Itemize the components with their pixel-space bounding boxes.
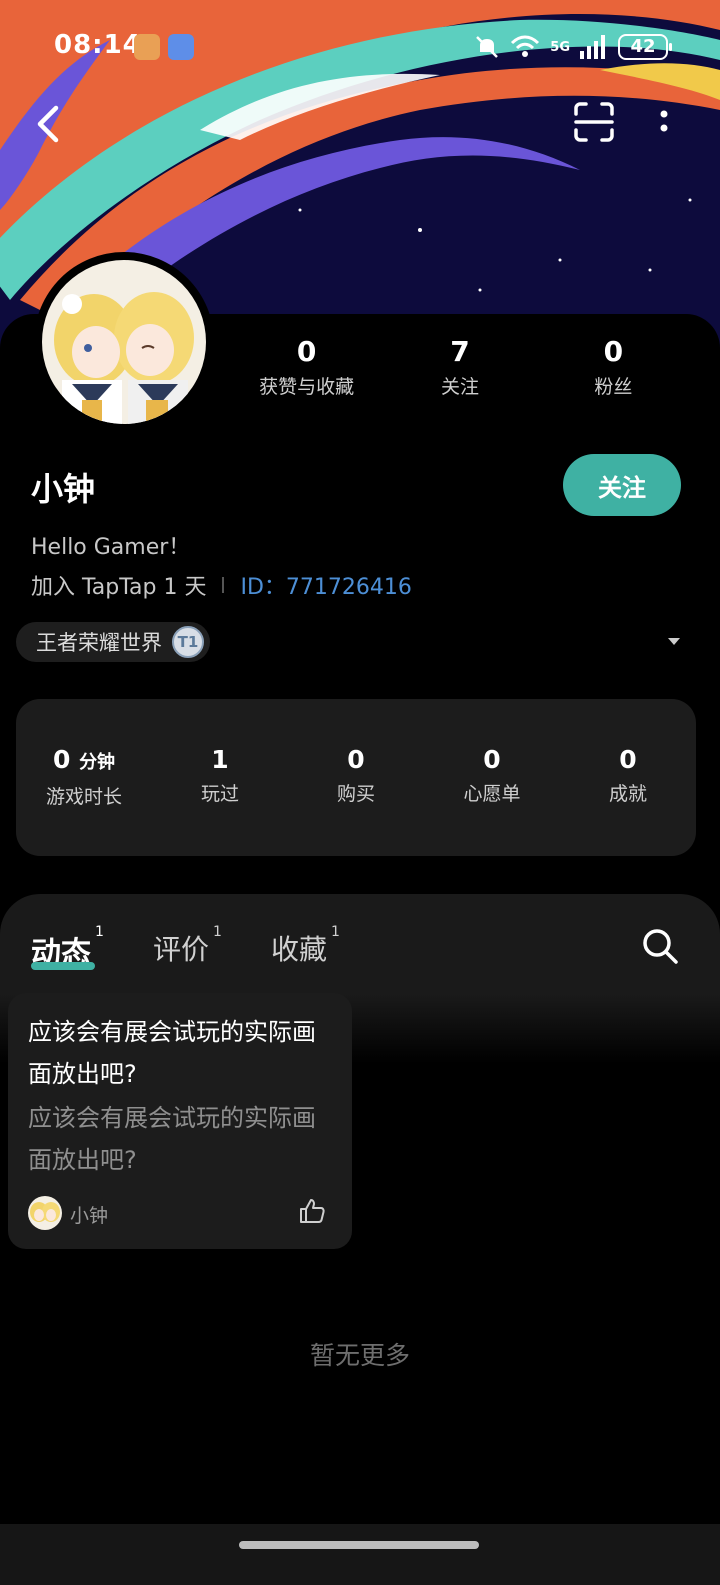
join-duration: 加入 TapTap 1 天 bbox=[31, 575, 207, 600]
tab-label: 评价 bbox=[153, 933, 210, 966]
profile-meta: 加入 TapTap 1 天 ID：771726416 bbox=[31, 569, 412, 601]
mute-icon bbox=[476, 36, 499, 58]
chevron-down-icon[interactable] bbox=[668, 638, 680, 645]
game-tag[interactable]: 王者荣耀世界 T1 bbox=[16, 622, 210, 662]
stat-label: 购买 bbox=[336, 783, 375, 805]
stat-value: 0 bbox=[603, 335, 624, 368]
stat-playtime[interactable]: 0 分钟 游戏时长 bbox=[16, 745, 152, 856]
game-stats-card: 0 分钟 游戏时长 1 玩过 0 购买 0 心愿单 0 成就 bbox=[16, 699, 696, 856]
profile-name: 小钟 bbox=[31, 470, 96, 508]
user-id[interactable]: ID：771726416 bbox=[240, 569, 411, 601]
stat-purchased[interactable]: 0 购买 bbox=[288, 745, 424, 856]
post-author[interactable]: 小钟 bbox=[70, 1201, 108, 1228]
game-tag-label: 王者荣耀世界 bbox=[36, 631, 162, 655]
wifi-icon bbox=[511, 35, 540, 57]
app-notification-icon bbox=[134, 34, 160, 60]
stat-label: 游戏时长 bbox=[45, 786, 122, 808]
avatar[interactable] bbox=[34, 252, 214, 432]
stat-likes-favorites[interactable]: 0 获赞与收藏 bbox=[230, 336, 383, 406]
tab-reviews[interactable]: 评价1 bbox=[153, 924, 222, 968]
tab-count: 1 bbox=[331, 924, 340, 940]
stat-label: 玩过 bbox=[200, 783, 239, 805]
stat-value: 1 bbox=[211, 745, 229, 774]
post-card[interactable]: 应该会有展会试玩的实际画面放出吧? 应该会有展会试玩的实际画面放出吧? 小钟 bbox=[8, 993, 352, 1249]
status-time: 08:14 bbox=[54, 30, 142, 60]
tab-favorites[interactable]: 收藏1 bbox=[271, 924, 340, 968]
stat-played[interactable]: 1 玩过 bbox=[152, 745, 288, 856]
home-indicator[interactable] bbox=[239, 1541, 479, 1549]
author-avatar[interactable] bbox=[28, 1196, 62, 1230]
stat-label: 心愿单 bbox=[463, 783, 521, 805]
tab-label: 收藏 bbox=[271, 933, 328, 966]
search-icon[interactable] bbox=[640, 926, 680, 966]
stat-label: 成就 bbox=[608, 783, 647, 805]
stat-label: 获赞与收藏 bbox=[259, 376, 355, 398]
stat-label: 关注 bbox=[440, 376, 479, 398]
like-icon[interactable] bbox=[298, 1197, 326, 1225]
stat-achievements[interactable]: 0 成就 bbox=[560, 745, 696, 856]
status-bar: 08:14 5G 42 bbox=[0, 28, 720, 68]
network-type: 5G bbox=[550, 39, 570, 55]
no-more-text: 暂无更多 bbox=[309, 1341, 410, 1370]
battery-indicator: 42 bbox=[618, 34, 672, 60]
follow-button[interactable]: 关注 bbox=[563, 454, 681, 516]
system-nav-bar bbox=[0, 1524, 720, 1585]
social-stats: 0 获赞与收藏 7 关注 0 粉丝 bbox=[230, 336, 690, 406]
back-icon[interactable] bbox=[30, 102, 70, 146]
game-badge-icon: T1 bbox=[172, 626, 204, 658]
divider bbox=[222, 577, 225, 593]
stat-following[interactable]: 7 关注 bbox=[383, 336, 536, 406]
more-icon[interactable] bbox=[650, 104, 674, 144]
stat-label: 粉丝 bbox=[594, 376, 633, 398]
profile-bio: Hello Gamer！ bbox=[31, 535, 191, 560]
stat-wishlist[interactable]: 0 心愿单 bbox=[424, 745, 560, 856]
stat-value: 0 bbox=[347, 745, 365, 774]
playtime-unit: 分钟 bbox=[79, 752, 116, 773]
scan-icon[interactable] bbox=[572, 100, 616, 144]
playtime-value: 0 bbox=[52, 745, 71, 774]
tab-count: 1 bbox=[213, 924, 222, 940]
stat-value: 0 bbox=[619, 745, 637, 774]
post-title: 应该会有展会试玩的实际画面放出吧? bbox=[28, 1018, 316, 1088]
stat-value: 7 bbox=[450, 335, 470, 368]
signal-icon bbox=[580, 35, 605, 59]
weather-icon bbox=[168, 34, 194, 60]
active-tab-indicator bbox=[31, 962, 95, 970]
post-summary: 应该会有展会试玩的实际画面放出吧? bbox=[28, 1104, 316, 1174]
stat-value: 0 bbox=[296, 335, 317, 368]
tab-count: 1 bbox=[95, 924, 104, 940]
stat-followers[interactable]: 0 粉丝 bbox=[537, 336, 690, 406]
stat-value: 0 bbox=[483, 745, 501, 774]
